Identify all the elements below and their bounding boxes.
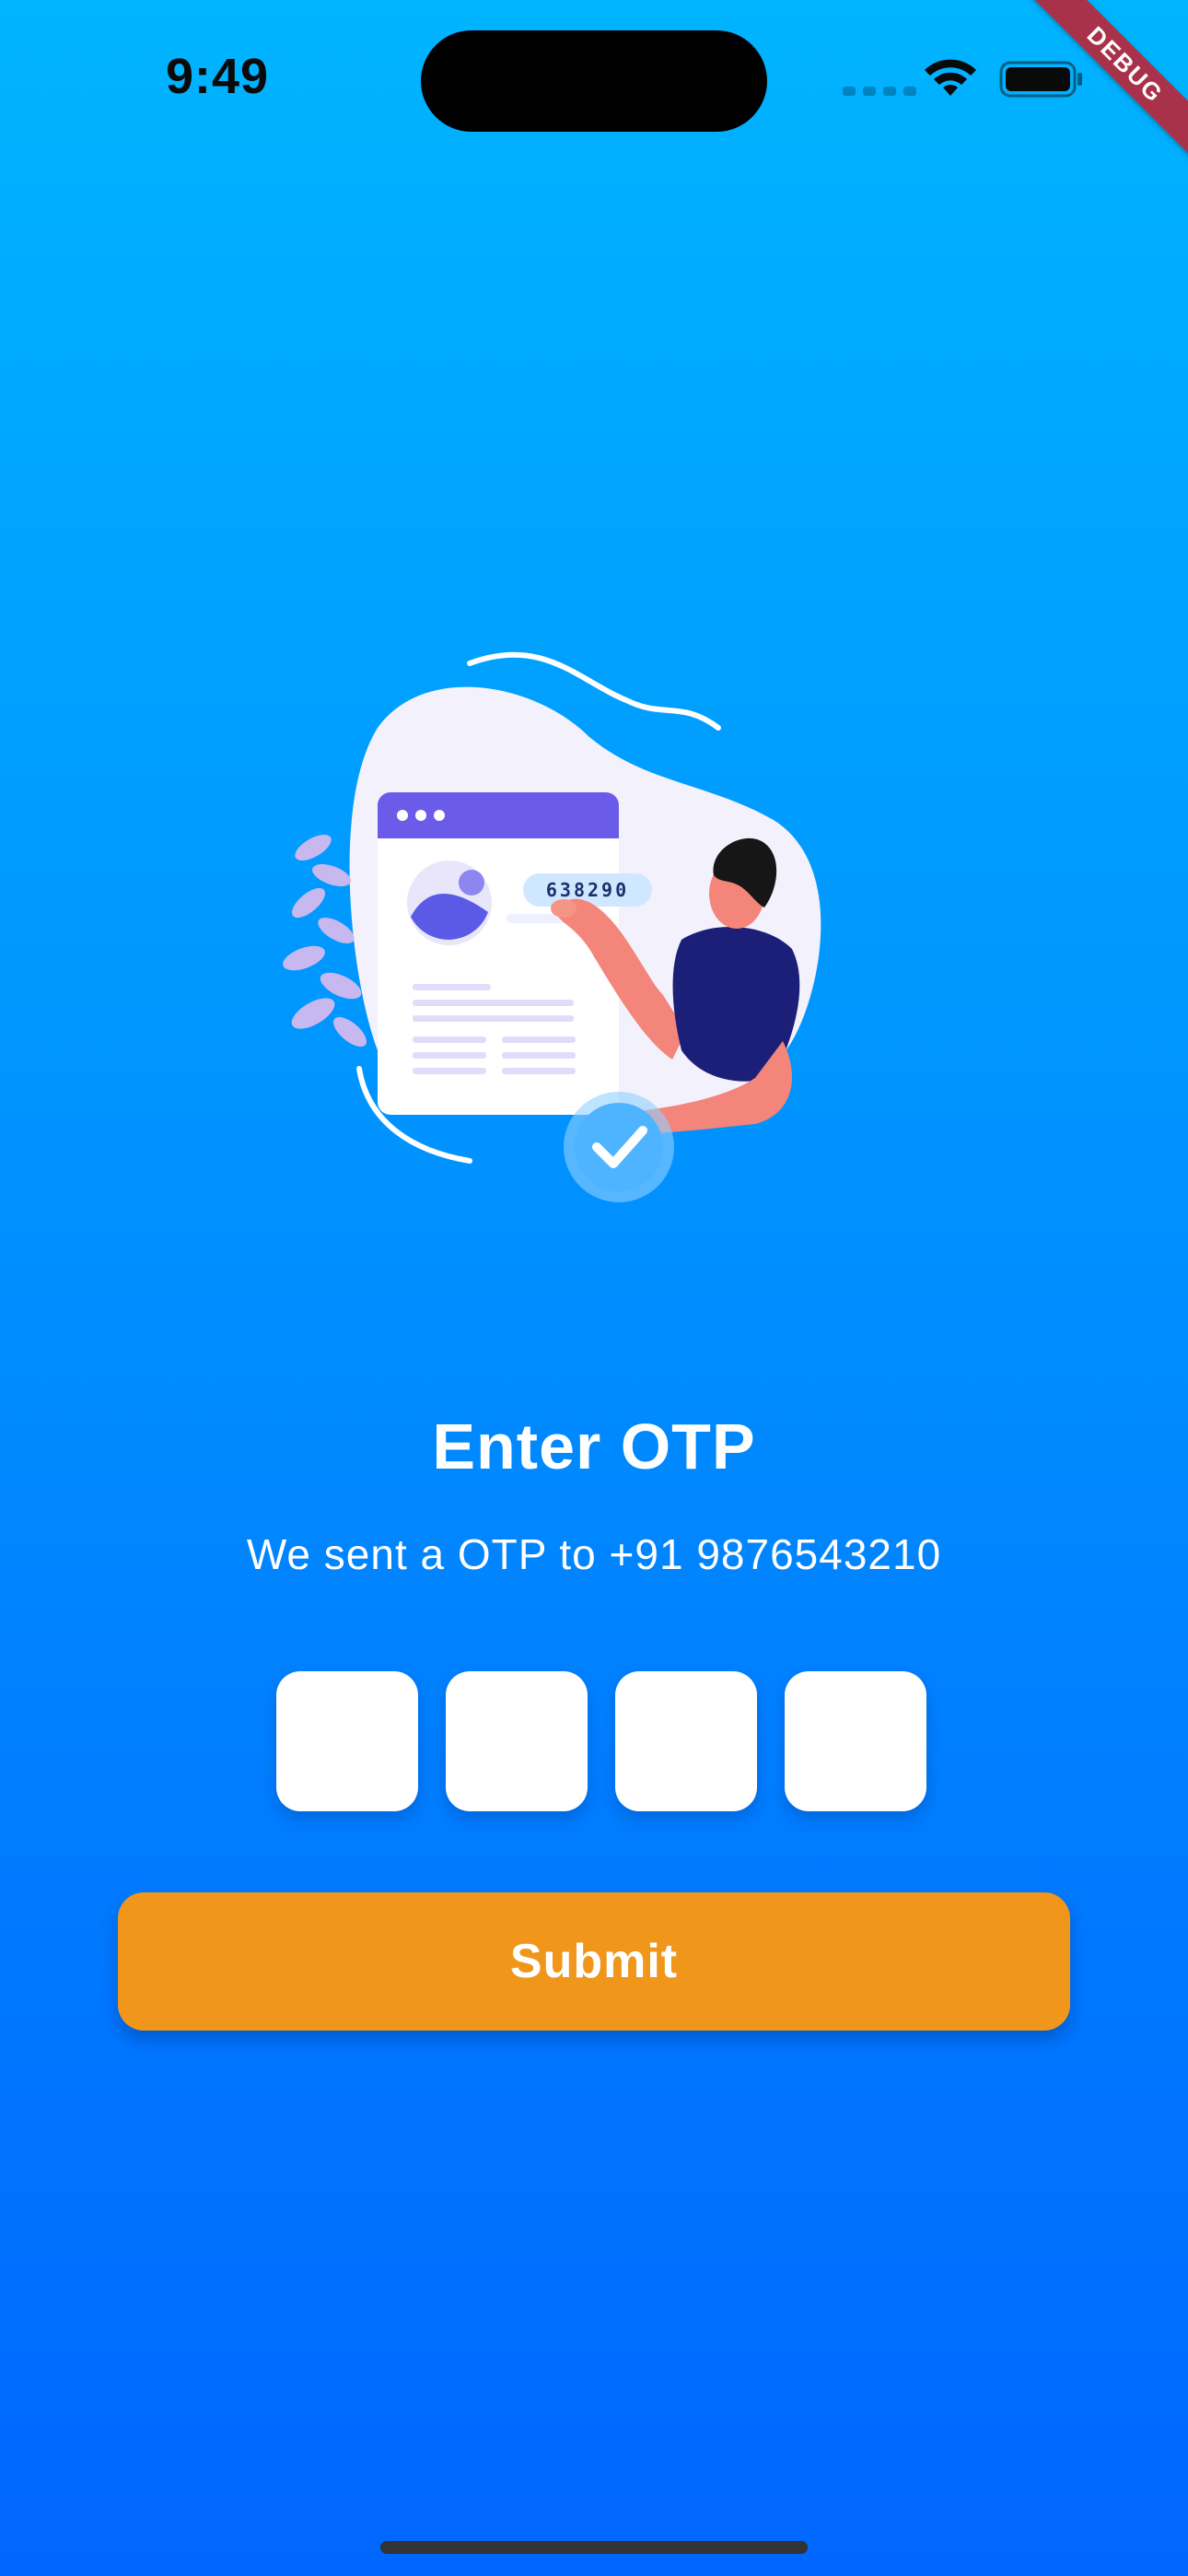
status-time: 9:49 — [166, 49, 270, 104]
otp-illustration: 638290 — [283, 651, 821, 1202]
home-indicator — [380, 2541, 808, 2554]
wifi-icon — [925, 59, 976, 96]
otp-digit-4[interactable] — [785, 1671, 926, 1811]
otp-digit-2[interactable] — [446, 1671, 588, 1811]
otp-input-group — [276, 1671, 926, 1811]
submit-button[interactable]: Submit — [118, 1892, 1070, 2031]
otp-sent-message: We sent a OTP to +91 9876543210 — [246, 1530, 942, 1578]
otp-digit-3[interactable] — [615, 1671, 757, 1811]
otp-screen: 9:49 DEBUG 638290 Enter OTP We sent a OT… — [0, 0, 1188, 2576]
page-title: Enter OTP — [432, 1411, 756, 1482]
dynamic-island — [421, 30, 767, 132]
otp-digit-1[interactable] — [276, 1671, 418, 1811]
otp-code-label: 638290 — [546, 879, 629, 901]
battery-icon — [999, 61, 1082, 98]
cellular-signal-icon — [843, 87, 916, 96]
